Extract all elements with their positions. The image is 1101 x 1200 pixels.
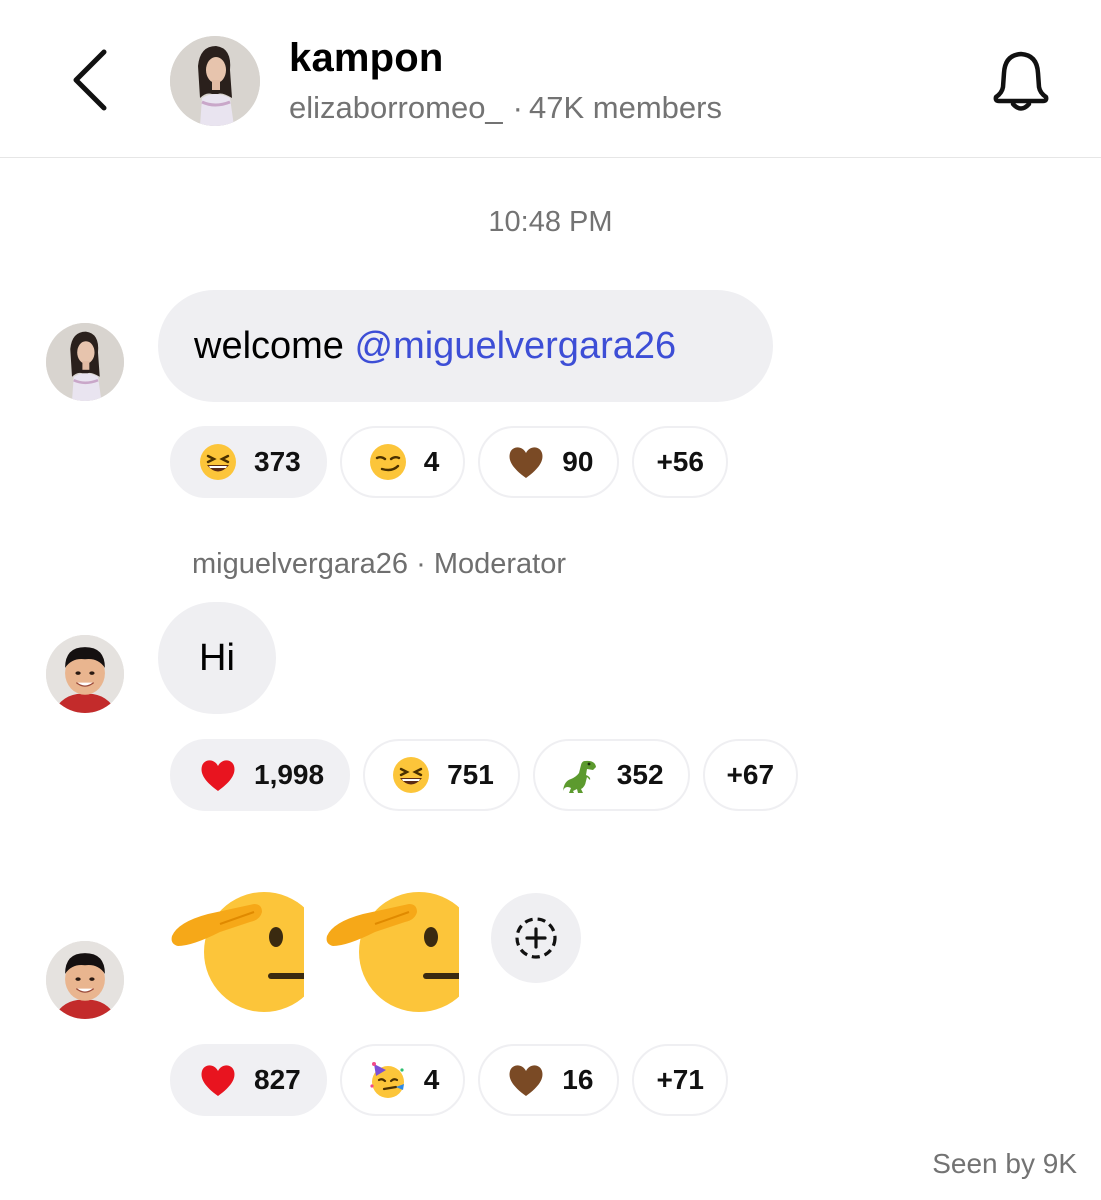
red-heart-icon bbox=[198, 1060, 238, 1100]
add-reaction-button[interactable] bbox=[491, 893, 581, 983]
reaction-chip[interactable]: 352 bbox=[532, 739, 690, 811]
sender-avatar[interactable] bbox=[46, 323, 124, 401]
reaction-chip[interactable]: 4 bbox=[339, 426, 466, 498]
saluting-face-icon bbox=[326, 880, 463, 1020]
more-reactions-count: +71 bbox=[656, 1064, 704, 1095]
reaction-chip[interactable]: 827 bbox=[170, 1044, 327, 1116]
reaction-count: 373 bbox=[254, 446, 301, 477]
grinning-squinting-face-icon bbox=[391, 755, 431, 795]
saluting-face-icon bbox=[171, 880, 308, 1020]
sender-line: miguelvergara26 · Moderator bbox=[192, 548, 566, 581]
reaction-chip[interactable]: 373 bbox=[170, 426, 327, 498]
sender-avatar[interactable] bbox=[46, 635, 124, 713]
more-reactions-chip[interactable]: +56 bbox=[632, 426, 728, 498]
sender-role: Moderator bbox=[433, 548, 566, 580]
brown-heart-icon bbox=[506, 442, 546, 482]
channel-avatar[interactable] bbox=[170, 36, 260, 126]
back-button[interactable] bbox=[62, 48, 118, 112]
reaction-chip[interactable]: 90 bbox=[478, 426, 620, 498]
woman-portrait-icon bbox=[46, 323, 124, 401]
reaction-bar: 827 4 16 +71 bbox=[170, 1044, 728, 1116]
reaction-bar: 1,998 751 352 +67 bbox=[170, 739, 799, 811]
chat-screen: kampon elizaborromeo_ · 47K members 10:48 … bbox=[0, 0, 1101, 1200]
mention-link[interactable]: @miguelvergara26 bbox=[355, 325, 677, 368]
reaction-count: 4 bbox=[423, 1064, 440, 1095]
reaction-chip[interactable]: 4 bbox=[339, 1044, 466, 1116]
separator-dot: · bbox=[416, 548, 426, 580]
reaction-chip[interactable]: 16 bbox=[478, 1044, 620, 1116]
reaction-count: 90 bbox=[562, 446, 594, 477]
more-reactions-count: +67 bbox=[726, 759, 775, 790]
reaction-count: 352 bbox=[616, 759, 664, 790]
bell-icon bbox=[993, 51, 1049, 111]
channel-subtitle: elizaborromeo_ · 47K members bbox=[289, 90, 722, 126]
more-reactions-chip[interactable]: +71 bbox=[632, 1044, 728, 1116]
channel-owner[interactable]: elizaborromeo_ bbox=[289, 90, 503, 125]
reaction-count: 4 bbox=[423, 446, 440, 477]
smirking-face-icon bbox=[368, 442, 408, 482]
message-timestamp: 10:48 PM bbox=[488, 206, 613, 238]
brown-heart-icon bbox=[506, 1060, 546, 1100]
reaction-bar: 373 4 90 +56 bbox=[170, 426, 728, 498]
channel-header: kampon elizaborromeo_ · 47K members bbox=[0, 0, 1101, 158]
message-bubble[interactable]: welcome @miguelvergara26 bbox=[158, 290, 773, 402]
more-reactions-chip[interactable]: +67 bbox=[702, 739, 799, 811]
add-reaction-icon bbox=[515, 917, 557, 959]
boy-portrait-icon bbox=[46, 941, 124, 1019]
message-text: Hi bbox=[199, 636, 235, 679]
grinning-squinting-face-icon bbox=[198, 442, 238, 482]
woman-portrait-icon bbox=[170, 36, 260, 126]
seen-by-indicator: Seen by 9K bbox=[932, 1148, 1077, 1179]
red-heart-icon bbox=[198, 755, 238, 795]
reaction-chip[interactable]: 751 bbox=[363, 739, 520, 811]
sender-avatar[interactable] bbox=[46, 941, 124, 1019]
notifications-button[interactable] bbox=[986, 44, 1056, 118]
sender-name[interactable]: miguelvergara26 bbox=[192, 548, 408, 580]
reaction-chip[interactable]: 1,998 bbox=[170, 739, 351, 811]
reaction-count: 751 bbox=[447, 759, 494, 790]
reaction-count: 1,998 bbox=[254, 759, 325, 790]
boy-portrait-icon bbox=[46, 635, 124, 713]
message-text: welcome bbox=[194, 324, 355, 367]
more-reactions-count: +56 bbox=[656, 446, 704, 477]
channel-title: kampon bbox=[289, 36, 444, 80]
reaction-count: 16 bbox=[562, 1064, 594, 1095]
member-count: 47K members bbox=[529, 90, 722, 125]
message-bubble[interactable]: Hi bbox=[158, 602, 276, 714]
t-rex-icon bbox=[561, 755, 601, 795]
separator-dot: · bbox=[512, 90, 523, 125]
chevron-left-icon bbox=[73, 49, 107, 111]
reaction-count: 827 bbox=[254, 1064, 301, 1095]
partying-face-icon bbox=[368, 1060, 408, 1100]
